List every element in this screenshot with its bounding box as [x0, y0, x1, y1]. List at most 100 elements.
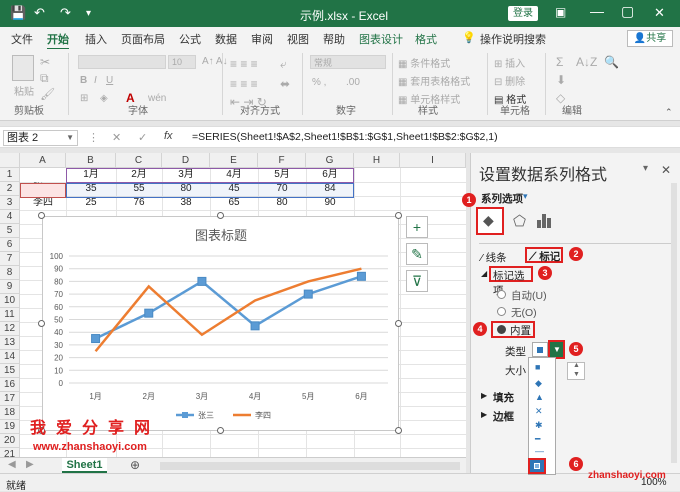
- format-painter-icon[interactable]: 🖌: [40, 87, 55, 101]
- add-sheet-button[interactable]: ⊕: [130, 458, 140, 472]
- row-header-9[interactable]: 9: [0, 280, 20, 294]
- line-chart[interactable]: 图表标题 0 10 20 30 40 50 60 70 80 90 100 1月 2月 3月 4月 5月 6月 张三…: [42, 216, 399, 431]
- delete-button[interactable]: ⊟ 删除: [494, 73, 525, 88]
- sheet-tab-sheet1[interactable]: Sheet1: [62, 458, 107, 473]
- column-header-a[interactable]: A: [20, 153, 66, 168]
- percent-icon[interactable]: % ,: [312, 77, 326, 88]
- fill-line-tab[interactable]: ◆: [476, 207, 504, 235]
- undo-icon[interactable]: ↶: [34, 5, 45, 21]
- series-options-bar-icon[interactable]: [537, 214, 553, 228]
- save-icon[interactable]: 💾: [10, 5, 26, 21]
- decimal-icon[interactable]: .00: [346, 77, 360, 88]
- align-left-icon[interactable]: ≡ ≡ ≡: [230, 77, 258, 91]
- resize-handle[interactable]: [217, 427, 224, 434]
- tab-format[interactable]: 格式: [415, 31, 437, 47]
- minimize-button[interactable]: —: [590, 3, 604, 19]
- formula-input[interactable]: =SERIES(Sheet1!$A$2,Sheet1!$B$1:$G$1,She…: [192, 131, 498, 143]
- marker-type-select[interactable]: [532, 342, 548, 357]
- marker-type-list[interactable]: ■ ◆ ▲ ✕ ✱ ━ —: [528, 357, 556, 475]
- cell-d3[interactable]: 38: [162, 196, 210, 210]
- wrap-text-icon[interactable]: ⤶: [280, 57, 287, 72]
- table-format-button[interactable]: ▦ 套用表格格式: [398, 73, 470, 88]
- ribbon-display-icon[interactable]: ▣: [555, 5, 566, 19]
- tab-view[interactable]: 视图: [287, 31, 309, 47]
- marker-size-spinner[interactable]: ▲ ▼: [567, 362, 585, 380]
- resize-handle[interactable]: [217, 212, 224, 219]
- column-header-h[interactable]: H: [354, 153, 400, 168]
- column-header-g[interactable]: G: [306, 153, 354, 168]
- row-header-3[interactable]: 3: [0, 196, 20, 210]
- login-button[interactable]: 登录: [508, 6, 538, 21]
- font-size-select[interactable]: 10: [168, 55, 196, 69]
- close-button[interactable]: ✕: [654, 5, 665, 21]
- restore-button[interactable]: ▢: [621, 3, 634, 20]
- marker-tab-button[interactable]: ⟋ 标记: [525, 247, 563, 263]
- horizontal-scrollbar[interactable]: [160, 462, 460, 470]
- resize-handle[interactable]: [395, 427, 402, 434]
- row-header-2[interactable]: 2: [0, 182, 20, 196]
- border-section[interactable]: 边框: [493, 409, 514, 424]
- column-header-f[interactable]: F: [258, 153, 306, 168]
- pane-scrollbar[interactable]: [671, 183, 677, 463]
- number-format-select[interactable]: 常规: [310, 55, 386, 69]
- line-tab-button[interactable]: ⁄ 线条: [481, 250, 507, 265]
- row-header-6[interactable]: 6: [0, 238, 20, 252]
- tab-page-layout[interactable]: 页面布局: [121, 31, 165, 47]
- sum-icon[interactable]: Σ: [556, 55, 563, 69]
- select-all-corner[interactable]: [0, 153, 20, 168]
- font-name-select[interactable]: [78, 55, 166, 69]
- merge-icon[interactable]: ⬌: [280, 77, 290, 91]
- resize-handle[interactable]: [395, 212, 402, 219]
- row-header-7[interactable]: 7: [0, 252, 20, 266]
- fill-icon[interactable]: ⬇: [556, 73, 566, 87]
- cell-a3[interactable]: 李四: [20, 196, 66, 210]
- conditional-format-button[interactable]: ▦ 条件格式: [398, 55, 450, 70]
- fx-icon[interactable]: fx: [164, 130, 173, 142]
- row-header-8[interactable]: 8: [0, 266, 20, 280]
- tab-help[interactable]: 帮助: [323, 31, 345, 47]
- radio-none[interactable]: [497, 307, 506, 316]
- fill-color-icon[interactable]: ◈: [100, 93, 108, 104]
- find-icon[interactable]: 🔍: [604, 55, 619, 69]
- chart-filters-button[interactable]: ⊽: [406, 270, 428, 292]
- phonetic-icon[interactable]: wén: [148, 93, 166, 104]
- redo-icon[interactable]: ↷: [60, 5, 71, 21]
- row-header-11[interactable]: 11: [0, 308, 20, 322]
- resize-handle[interactable]: [38, 212, 45, 219]
- customize-icon[interactable]: ▾: [86, 8, 91, 19]
- marker-square-option[interactable]: ■: [535, 362, 540, 372]
- builtin-option[interactable]: 内置: [491, 321, 535, 338]
- cancel-icon[interactable]: ✕: [112, 131, 121, 144]
- row-header-14[interactable]: 14: [0, 350, 20, 364]
- row-header-19[interactable]: 19: [0, 420, 20, 434]
- row-header-20[interactable]: 20: [0, 434, 20, 448]
- cell-a1[interactable]: [20, 168, 66, 182]
- row-header-5[interactable]: 5: [0, 224, 20, 238]
- row-header-17[interactable]: 17: [0, 392, 20, 406]
- marker-selected-option[interactable]: [528, 458, 546, 474]
- italic-icon[interactable]: I: [94, 75, 97, 86]
- column-header-c[interactable]: C: [116, 153, 162, 168]
- row-header-15[interactable]: 15: [0, 364, 20, 378]
- marker-dash-option[interactable]: ━: [535, 434, 540, 445]
- marker-line-option[interactable]: —: [535, 446, 544, 456]
- radio-builtin[interactable]: [497, 325, 506, 334]
- enter-icon[interactable]: ✓: [138, 131, 147, 144]
- column-header-e[interactable]: E: [210, 153, 258, 168]
- effects-pentagon-icon[interactable]: ⬠: [513, 212, 526, 230]
- series-options-label[interactable]: 系列选项: [481, 191, 523, 206]
- tab-insert[interactable]: 插入: [85, 31, 107, 47]
- column-header-i[interactable]: I: [400, 153, 466, 168]
- chart-elements-button[interactable]: +: [406, 216, 428, 238]
- sort-icon[interactable]: A↓Z: [576, 55, 597, 69]
- resize-handle[interactable]: [38, 320, 45, 327]
- share-button[interactable]: 👤共享: [627, 30, 673, 47]
- pane-options-icon[interactable]: ▾: [643, 163, 648, 174]
- marker-star-option[interactable]: ✱: [535, 420, 543, 431]
- copy-icon[interactable]: ⧉: [40, 71, 49, 86]
- chart-styles-button[interactable]: ✎: [406, 243, 428, 265]
- tab-data[interactable]: 数据: [215, 31, 237, 47]
- clipboard-icon[interactable]: [12, 55, 34, 81]
- row-header-1[interactable]: 1: [0, 168, 20, 182]
- underline-icon[interactable]: U: [106, 75, 113, 86]
